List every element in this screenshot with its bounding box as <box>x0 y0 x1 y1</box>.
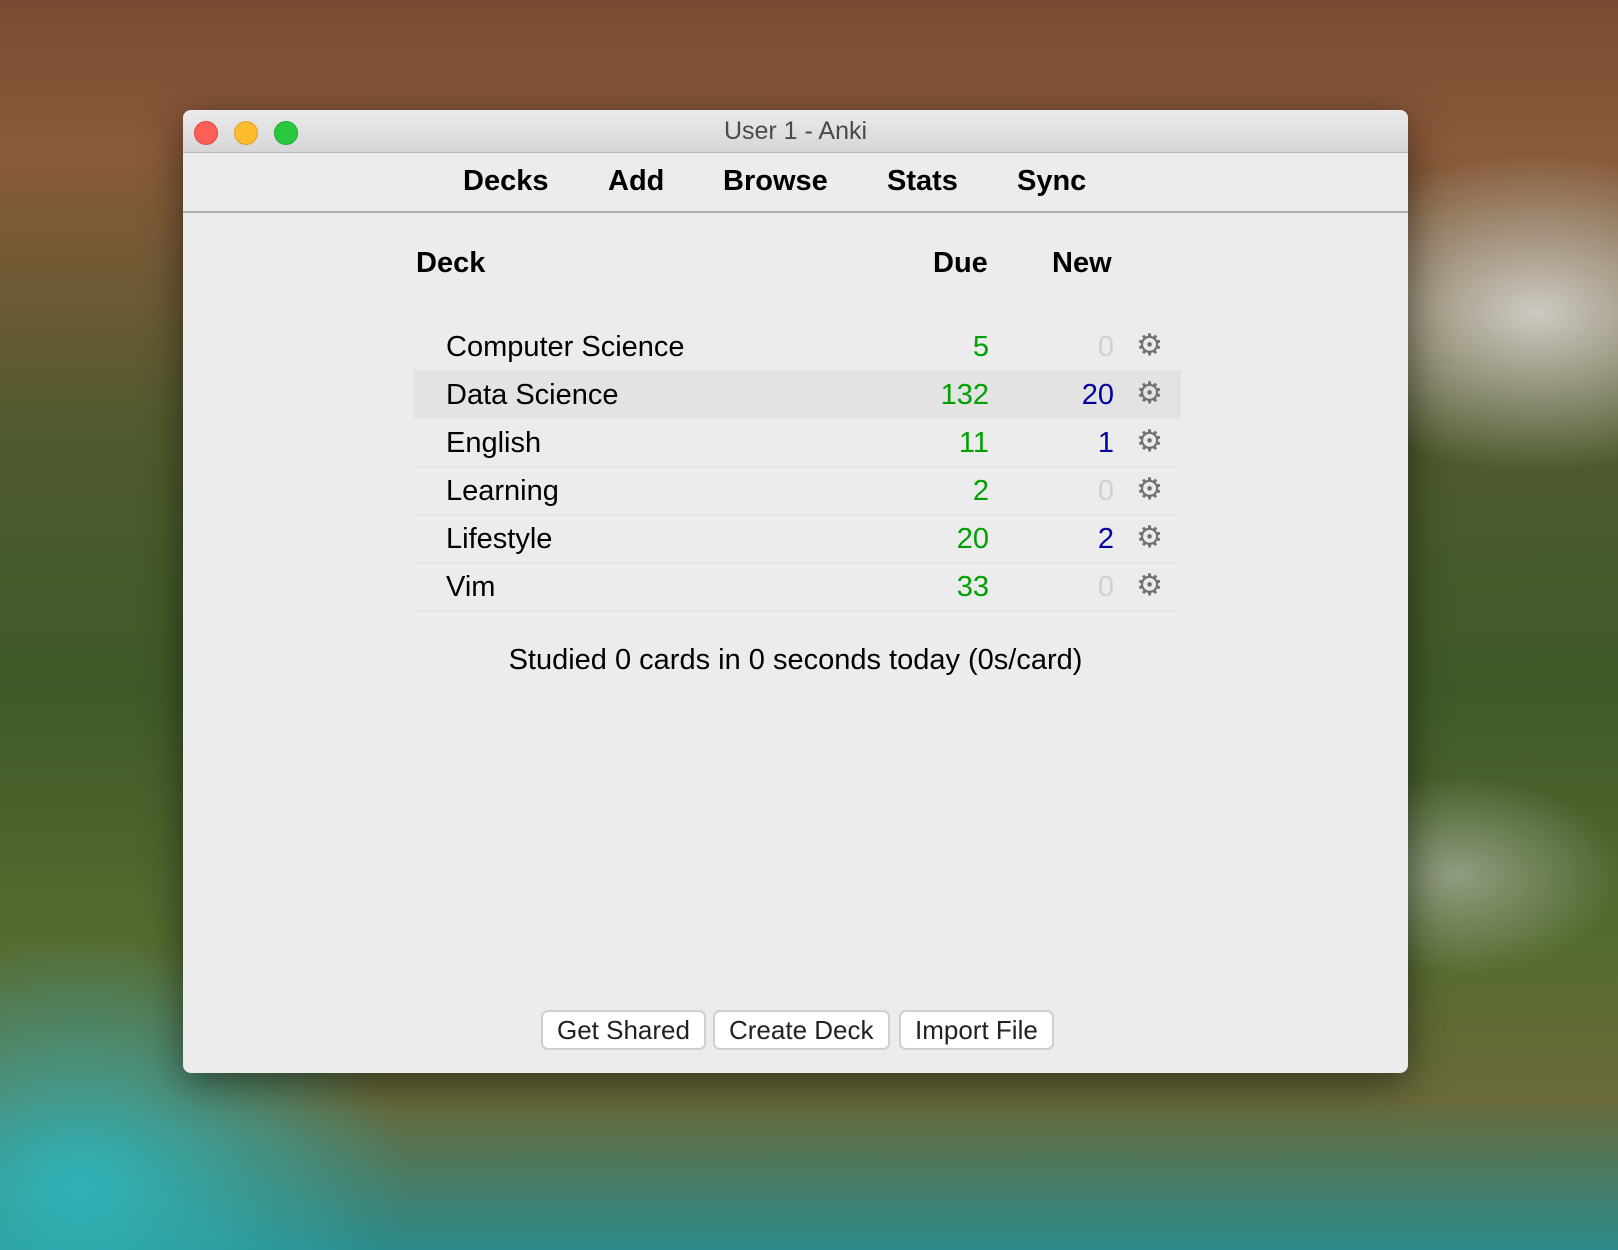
due-count: 5 <box>972 331 989 363</box>
gear-icon[interactable]: ⚙ <box>1136 427 1163 457</box>
deck-row[interactable]: English 11 1 ⚙ <box>414 419 1181 467</box>
deck-row[interactable]: Lifestyle 20 2 ⚙ <box>414 515 1181 563</box>
deck-name[interactable]: Learning <box>446 475 559 508</box>
gear-icon[interactable]: ⚙ <box>1136 571 1163 601</box>
get-shared-button[interactable]: Get Shared <box>541 1010 706 1050</box>
due-count: 33 <box>956 571 989 603</box>
deck-row[interactable]: Computer Science 5 0 ⚙ <box>414 323 1181 371</box>
due-count: 132 <box>940 379 989 411</box>
new-count: 2 <box>1097 523 1114 555</box>
new-count: 0 <box>1097 475 1114 507</box>
new-count: 1 <box>1097 427 1114 459</box>
gear-icon[interactable]: ⚙ <box>1136 475 1163 505</box>
create-deck-button[interactable]: Create Deck <box>713 1010 890 1050</box>
toolbar-browse[interactable]: Browse <box>723 165 828 198</box>
deck-name[interactable]: English <box>446 427 541 460</box>
studied-summary: Studied 0 cards in 0 seconds today (0s/c… <box>508 644 1083 676</box>
due-column-header: Due <box>933 247 988 279</box>
deck-name[interactable]: Vim <box>446 571 495 604</box>
deck-row[interactable]: Data Science 132 20 ⚙ <box>414 371 1181 419</box>
title-bar[interactable]: User 1 - Anki <box>183 110 1408 153</box>
new-count: 0 <box>1097 571 1114 603</box>
window-title: User 1 - Anki <box>723 117 868 145</box>
new-count: 0 <box>1097 331 1114 363</box>
import-file-button[interactable]: Import File <box>899 1010 1054 1050</box>
toolbar-add[interactable]: Add <box>608 165 664 198</box>
deck-column-header: Deck <box>416 247 486 279</box>
new-column-header: New <box>1052 247 1112 279</box>
gear-icon[interactable]: ⚙ <box>1136 523 1163 553</box>
deck-row[interactable]: Vim 33 0 ⚙ <box>414 563 1181 611</box>
main-toolbar: Decks Add Browse Stats Sync <box>183 153 1408 213</box>
toolbar-sync[interactable]: Sync <box>1017 165 1086 198</box>
toolbar-stats[interactable]: Stats <box>887 165 958 198</box>
new-count: 20 <box>1081 379 1114 411</box>
deck-name[interactable]: Data Science <box>446 379 619 412</box>
deck-name[interactable]: Lifestyle <box>446 523 552 556</box>
due-count: 2 <box>972 475 989 507</box>
anki-window: User 1 - Anki Decks Add Browse Stats Syn… <box>183 110 1408 1073</box>
gear-icon[interactable]: ⚙ <box>1136 379 1163 409</box>
due-count: 11 <box>958 427 989 459</box>
due-count: 20 <box>956 523 989 555</box>
deck-row[interactable]: Learning 2 0 ⚙ <box>414 467 1181 515</box>
deck-name[interactable]: Computer Science <box>446 331 685 364</box>
toolbar-decks[interactable]: Decks <box>463 165 548 198</box>
gear-icon[interactable]: ⚙ <box>1136 331 1163 361</box>
